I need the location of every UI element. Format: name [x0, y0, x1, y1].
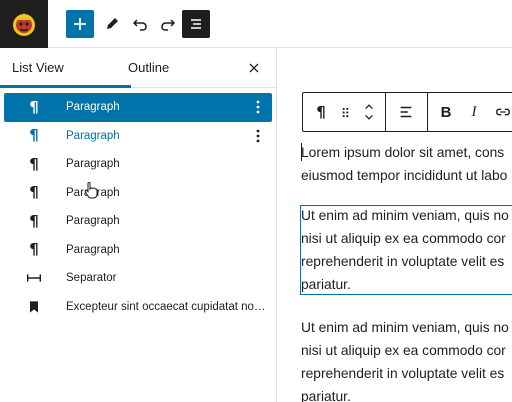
toolbar-separator: [385, 93, 386, 131]
editor-canvas[interactable]: Lorem ipsum dolor sit amet, cons eiusmod…: [278, 48, 512, 402]
link-icon: [496, 108, 510, 116]
close-sidebar-button[interactable]: [244, 58, 264, 78]
list-item-paragraph-4[interactable]: ¶ Paragraph: [4, 179, 272, 208]
paragraph-icon: ¶: [29, 211, 39, 230]
paragraph-line: nisi ut aliquip ex ea commodo cor: [301, 343, 506, 358]
paragraph-line: Lorem ipsum dolor sit amet, cons: [301, 145, 505, 160]
paragraph-icon: ¶: [316, 102, 326, 121]
list-view-sidebar: List View Outline ¶ Paragraph ¶ Paragrap…: [0, 48, 277, 402]
site-logo-icon[interactable]: [0, 0, 48, 48]
toolbar-separator: [427, 93, 428, 131]
list-view-icon: [191, 19, 201, 29]
paragraph-block-2[interactable]: Ut enim ad minim veniam, quis no nisi ut…: [301, 204, 512, 296]
paragraph-line: reprehenderit in voluptate velit es: [301, 254, 505, 269]
active-tab-indicator: [0, 85, 131, 88]
list-view-button[interactable]: [182, 10, 210, 38]
paragraph-line: Ut enim ad minim veniam, quis no: [301, 208, 509, 223]
block-toolbar: ¶ B I: [302, 92, 512, 132]
pencil-icon: [107, 18, 118, 29]
list-item-paragraph-1[interactable]: ¶ Paragraph: [4, 93, 272, 122]
paragraph-icon: ¶: [29, 154, 39, 173]
plus-icon: [74, 18, 86, 30]
bold-button[interactable]: B: [435, 93, 457, 131]
list-item-paragraph-3[interactable]: ¶ Paragraph: [4, 150, 272, 179]
list-item-label: Separator: [66, 272, 117, 285]
list-item-paragraph-5[interactable]: ¶ Paragraph: [4, 207, 272, 236]
align-button[interactable]: [393, 93, 419, 131]
redo-icon: [161, 19, 176, 31]
list-item-label: Paragraph: [66, 243, 120, 256]
block-tree: ¶ Paragraph ¶ Paragraph ¶ Paragraph ¶ Pa…: [4, 93, 272, 321]
paragraph-line: reprehenderit in voluptate velit es: [301, 366, 505, 381]
more-options-icon[interactable]: [250, 126, 266, 146]
more-options-icon[interactable]: [250, 97, 266, 117]
list-item-label: Paragraph: [66, 101, 120, 114]
paragraph-icon: ¶: [29, 126, 39, 145]
block-type-button[interactable]: ¶: [309, 93, 333, 131]
list-item-label: Paragraph: [66, 158, 120, 171]
separator-icon: [22, 266, 46, 290]
paragraph-line: pariatur.: [301, 389, 351, 402]
list-item-separator[interactable]: Separator: [4, 264, 272, 293]
list-item-label: Paragraph: [66, 215, 120, 228]
tab-outline[interactable]: Outline: [128, 48, 169, 88]
paragraph-line: eiusmod tempor incididunt ut labo: [301, 168, 508, 183]
undo-button[interactable]: [126, 10, 154, 38]
undo-icon: [132, 19, 147, 31]
drag-handle-icon[interactable]: [335, 93, 355, 131]
paragraph-icon: ¶: [29, 183, 39, 202]
paragraph-icon: ¶: [29, 97, 39, 116]
sidebar-tabs: List View Outline: [0, 48, 277, 88]
paragraph-block-3[interactable]: Ut enim ad minim veniam, quis no nisi ut…: [301, 316, 512, 402]
move-up-down-icon[interactable]: [359, 93, 379, 131]
paragraph-icon: ¶: [29, 240, 39, 259]
list-item-excerpt[interactable]: Excepteur sint occaecat cupidatat non ..…: [4, 293, 272, 322]
add-block-button[interactable]: [66, 10, 94, 38]
align-icon: [400, 106, 412, 118]
tools-button[interactable]: [98, 10, 126, 38]
italic-button[interactable]: I: [463, 93, 485, 131]
bookmark-icon: [22, 295, 46, 319]
link-button[interactable]: [491, 93, 512, 131]
hand-cursor-icon: [84, 182, 98, 199]
paragraph-block-1[interactable]: Lorem ipsum dolor sit amet, cons eiusmod…: [301, 141, 512, 187]
list-item-paragraph-2[interactable]: ¶ Paragraph: [4, 122, 272, 151]
tab-list-view[interactable]: List View: [12, 48, 64, 88]
paragraph-line: nisi ut aliquip ex ea commodo cor: [301, 231, 506, 246]
close-icon: [249, 63, 259, 73]
list-item-label: Paragraph: [66, 129, 120, 142]
editor-header: [0, 0, 512, 48]
redo-button[interactable]: [154, 10, 182, 38]
list-item-label: Excepteur sint occaecat cupidatat non ..…: [66, 300, 266, 313]
paragraph-line: pariatur.: [301, 277, 351, 292]
list-item-paragraph-6[interactable]: ¶ Paragraph: [4, 236, 272, 265]
paragraph-line: Ut enim ad minim veniam, quis no: [301, 320, 509, 335]
